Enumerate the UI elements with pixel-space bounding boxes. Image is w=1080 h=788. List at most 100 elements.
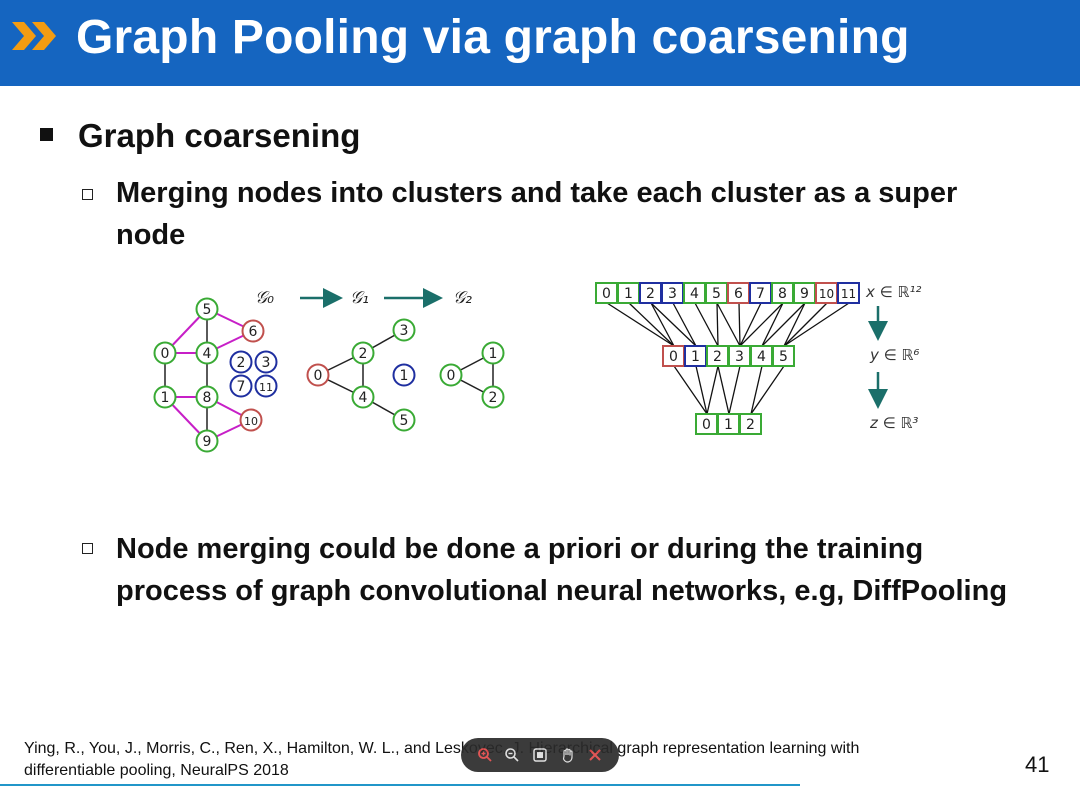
graph-node: 3 <box>254 350 278 374</box>
pool-cell: 4 <box>750 345 773 367</box>
cell-label: 2 <box>713 349 722 365</box>
pool-edge <box>739 302 784 347</box>
pool-cell: 2 <box>706 345 729 367</box>
bullet-heading: Graph coarsening <box>78 117 361 154</box>
graph-node: 3 <box>392 318 416 342</box>
graph-node: 1 <box>481 341 505 365</box>
cell-label: 2 <box>646 286 655 302</box>
pool-edge <box>650 302 675 347</box>
node-label: 1 <box>400 368 409 384</box>
bottom-divider <box>0 784 800 786</box>
pool-cell: 1 <box>684 345 707 367</box>
pool-cell: 1 <box>717 413 740 435</box>
pool-edge <box>672 302 697 347</box>
square-bullet-icon <box>40 128 53 141</box>
pool-cell: 1 <box>617 282 640 304</box>
chevron-icon <box>12 22 56 50</box>
node-label: 8 <box>203 390 212 406</box>
graph-node: 9 <box>195 429 219 453</box>
node-label: 5 <box>203 302 212 318</box>
node-label: 2 <box>489 390 498 406</box>
graph-node: 2 <box>351 341 375 365</box>
node-label: 5 <box>400 413 409 429</box>
cell-label: 3 <box>668 286 677 302</box>
pool-cell: 5 <box>705 282 728 304</box>
graph-g0-nodes: 560 42 37 111 8109 <box>153 297 278 453</box>
pool-cell: 6 <box>727 282 750 304</box>
cell-label: 5 <box>712 286 721 302</box>
cell-label: 9 <box>800 286 809 302</box>
node-label: 0 <box>447 368 456 384</box>
cell-label: 0 <box>602 286 611 302</box>
pool-cell: 7 <box>749 282 772 304</box>
cell-label: 7 <box>756 286 765 302</box>
pool-cell: 9 <box>793 282 816 304</box>
graph-node: 6 <box>241 319 265 343</box>
pool-cell: 4 <box>683 282 706 304</box>
cell-label: 10 <box>819 287 834 301</box>
node-label: 3 <box>400 323 409 339</box>
pool-edge <box>694 302 719 347</box>
node-label: 4 <box>203 346 212 362</box>
graph-node: 0 <box>306 363 330 387</box>
viewer-toolbar <box>461 738 619 772</box>
pool-cell: 3 <box>661 282 684 304</box>
sub-bullet-1: Merging nodes into clusters and take eac… <box>116 177 958 251</box>
fit-page-icon[interactable] <box>530 745 550 765</box>
g0-label: 𝒢₀ <box>255 288 274 308</box>
pool-edge <box>783 302 850 347</box>
cell-label: 3 <box>735 349 744 365</box>
pool-edge <box>716 302 741 347</box>
slide-title: Graph Pooling via graph coarsening <box>76 11 910 64</box>
sub-bullet-2: Node merging could be done a priori or d… <box>116 533 1008 607</box>
cell-label: 5 <box>779 349 788 365</box>
graph-node: 0 <box>439 363 463 387</box>
row-z-cells: 012 <box>695 413 762 435</box>
zoom-in-icon[interactable] <box>475 745 495 765</box>
cell-label: 11 <box>841 287 856 301</box>
node-label: 2 <box>237 355 246 371</box>
pool-edge <box>728 365 741 415</box>
hand-icon[interactable] <box>558 745 578 765</box>
pool-cell: 0 <box>695 413 718 435</box>
cell-label: 1 <box>724 417 733 433</box>
hollow-square-bullet-icon <box>82 189 93 200</box>
pool-cell: 0 <box>595 282 618 304</box>
cell-label: 6 <box>734 286 743 302</box>
graph-node: 0 <box>153 341 177 365</box>
cell-label: 1 <box>691 349 700 365</box>
graph-node: 5 <box>195 297 219 321</box>
pool-edge <box>739 302 762 347</box>
node-label: 0 <box>161 346 170 362</box>
close-icon[interactable] <box>585 745 605 765</box>
pool-cell: 0 <box>662 345 685 367</box>
node-label: 2 <box>359 346 368 362</box>
pool-cell: 11 <box>837 282 860 304</box>
node-label: 6 <box>249 324 258 340</box>
cell-label: 1 <box>624 286 633 302</box>
graph-node: 2 <box>229 350 253 374</box>
graph-node: 4 <box>195 341 219 365</box>
pool-cell: 8 <box>771 282 794 304</box>
g2-label: 𝒢₂ <box>453 288 472 308</box>
node-label: 11 <box>259 381 273 394</box>
node-label: 3 <box>262 355 271 371</box>
pool-edge <box>761 302 784 347</box>
zoom-out-icon[interactable] <box>502 745 522 765</box>
node-label: 1 <box>489 346 498 362</box>
pool-edge <box>628 302 675 347</box>
graph-node: 11 <box>254 374 278 398</box>
cell-label: 8 <box>778 286 787 302</box>
row-x-cells: 0 1 2 3 4 5 6 7 8 9 10 11 <box>595 282 860 304</box>
graph-node: 1 <box>153 385 177 409</box>
graph-node: 8 <box>195 385 219 409</box>
graph-node: 5 <box>392 408 416 432</box>
cell-label: 4 <box>690 286 699 302</box>
node-label: 4 <box>359 390 368 406</box>
cell-label: 0 <box>669 349 678 365</box>
label-x: x ∈ ℝ¹² <box>865 283 921 301</box>
label-z: z ∈ ℝ³ <box>869 414 918 432</box>
page-number: 41 <box>1025 752 1050 777</box>
pool-cell: 5 <box>772 345 795 367</box>
pool-edge <box>717 365 730 415</box>
